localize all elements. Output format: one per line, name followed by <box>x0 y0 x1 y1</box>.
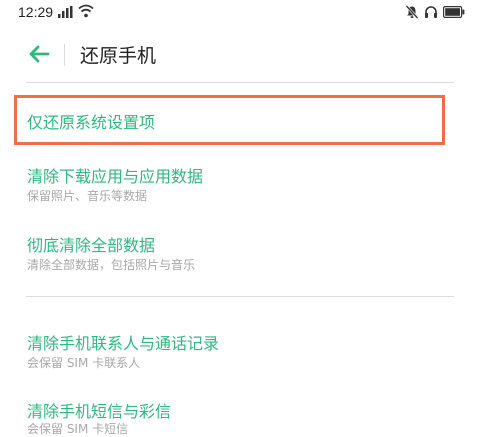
menu-item-subtitle: 保留照片、音乐等数据 <box>27 189 148 203</box>
menu-item-subtitle: 清除全部数据，包括照片与音乐 <box>27 258 196 272</box>
header-separator <box>64 44 65 66</box>
menu-item-clear-apps[interactable]: 清除下载应用与应用数据 保留照片、音乐等数据 <box>14 156 464 206</box>
status-bar: 12:29 <box>0 0 487 28</box>
menu-item-title: 彻底清除全部数据 <box>27 236 156 255</box>
menu-item-title: 清除下载应用与应用数据 <box>27 167 204 186</box>
menu-item-title: 清除手机短信与彩信 <box>27 402 172 421</box>
divider <box>26 296 454 297</box>
wifi-icon <box>78 4 94 18</box>
highlight-box <box>14 95 445 145</box>
battery-icon <box>443 6 465 18</box>
menu-item-title: 清除手机联系人与通话记录 <box>27 334 220 353</box>
status-right-icons <box>405 5 465 19</box>
headphone-icon <box>425 6 437 18</box>
menu-item-clear-all[interactable]: 彻底清除全部数据 清除全部数据，包括照片与音乐 <box>14 225 464 275</box>
signal-icon <box>58 6 73 18</box>
header: 还原手机 <box>0 36 487 76</box>
mute-icon <box>405 5 419 19</box>
page-title: 还原手机 <box>80 45 157 67</box>
status-time: 12:29 <box>18 4 54 20</box>
divider <box>26 82 454 83</box>
menu-item-subtitle: 会保留 SIM 卡联系人 <box>27 356 141 370</box>
menu-item-clear-contacts[interactable]: 清除手机联系人与通话记录 会保留 SIM 卡联系人 <box>14 323 464 373</box>
menu-item-clear-messages[interactable]: 清除手机短信与彩信 会保留 SIM 卡短信 <box>14 391 464 436</box>
menu-item-subtitle: 会保留 SIM 卡短信 <box>27 422 129 436</box>
arrow-left-icon[interactable] <box>28 44 50 64</box>
